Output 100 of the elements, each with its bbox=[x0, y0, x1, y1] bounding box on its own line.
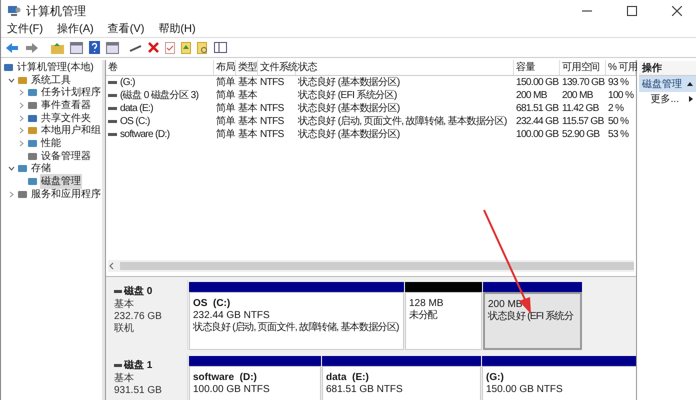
collapsed-chevron-icon[interactable] bbox=[18, 89, 24, 96]
table-cell-text: data (E:) bbox=[120, 102, 153, 116]
window-icon[interactable] bbox=[70, 42, 83, 54]
table-cell-text: 100 % bbox=[608, 89, 634, 103]
node-icon bbox=[27, 100, 38, 111]
table-cell-text: 100.00 GB bbox=[516, 128, 558, 142]
folder-up-icon[interactable] bbox=[51, 42, 64, 54]
table-cell-text: 基本 bbox=[238, 88, 257, 102]
disk-size: 931.51 GB bbox=[114, 385, 163, 397]
tree-item[interactable]: 事件查看器 bbox=[40, 98, 92, 113]
menu-item[interactable]: 操作(A) bbox=[57, 21, 94, 38]
node-icon bbox=[27, 112, 38, 124]
disk-size: 232.76 GB bbox=[114, 311, 163, 322]
partition-status: 状态良好 (启动, 页面文件, 故障转储, 基本数据分区) bbox=[193, 322, 400, 334]
expanded-chevron-icon[interactable] bbox=[8, 76, 14, 84]
tree-item[interactable]: 性能 bbox=[40, 136, 62, 151]
collapsed-chevron-icon[interactable] bbox=[18, 102, 24, 109]
window-icon[interactable] bbox=[106, 42, 119, 54]
scroll-left-icon[interactable] bbox=[108, 262, 116, 270]
tree-item[interactable]: 磁盘管理 bbox=[40, 174, 82, 190]
table-cell-text: 状态良好 (EFI 系统分区) bbox=[298, 88, 397, 102]
node-icon bbox=[17, 163, 28, 174]
column-header[interactable]: 容量 bbox=[514, 60, 560, 75]
table-cell-text: 2 % bbox=[608, 102, 624, 116]
partition-name: OS (C:) bbox=[193, 298, 232, 310]
partition-name: software (D:) bbox=[193, 372, 258, 384]
tree-item[interactable]: 系统工具 bbox=[30, 72, 72, 88]
node-icon bbox=[3, 62, 14, 73]
node-icon bbox=[27, 150, 38, 162]
table-cell-text: 139.70 GB bbox=[562, 76, 604, 90]
delete-icon[interactable] bbox=[148, 42, 159, 53]
partition-size: 681.51 GB NTFS bbox=[326, 384, 404, 396]
partition-block[interactable]: (G:) 150.00 GB NTFS bbox=[482, 366, 636, 400]
expanded-chevron-icon[interactable] bbox=[8, 165, 14, 172]
column-header[interactable]: 卷 bbox=[106, 60, 214, 75]
panel-icon[interactable] bbox=[214, 42, 227, 53]
table-cell-text: 50 % bbox=[608, 115, 628, 129]
menu-item[interactable]: 文件(F) bbox=[7, 21, 44, 38]
close-icon[interactable] bbox=[672, 6, 682, 16]
partition-name: (G:) bbox=[486, 372, 505, 384]
node-icon bbox=[27, 138, 38, 149]
tree-item[interactable]: 计算机管理(本地) bbox=[16, 60, 95, 75]
column-header[interactable]: 类型 bbox=[236, 60, 258, 75]
table-cell-text: (G:) bbox=[120, 76, 135, 90]
table-cell-text: NTFS bbox=[260, 102, 284, 116]
document-check-icon[interactable] bbox=[165, 42, 175, 54]
partition-status: 状态良好 (EFI 系统分 bbox=[488, 311, 574, 323]
collapsed-chevron-icon[interactable] bbox=[18, 114, 24, 122]
disk-type: 基本 bbox=[114, 299, 135, 311]
table-cell-text: 93 % bbox=[608, 76, 628, 90]
action-link[interactable]: 更多... bbox=[639, 92, 696, 106]
table-cell-text: 状态良好 (基本数据分区) bbox=[298, 102, 400, 116]
menu-item[interactable]: 帮助(H) bbox=[158, 21, 196, 38]
column-header[interactable]: 布局 bbox=[214, 60, 236, 75]
node-icon bbox=[27, 87, 38, 98]
submenu-triangle-icon[interactable] bbox=[689, 96, 693, 102]
partition-block[interactable]: 200 MB 状态良好 (EFI 系统分 bbox=[483, 292, 582, 350]
tree-item[interactable]: 共享文件夹 bbox=[40, 110, 92, 126]
back-icon[interactable] bbox=[5, 42, 19, 54]
table-cell-text: 200 MB bbox=[562, 89, 593, 103]
partition-block[interactable]: 128 MB 未分配 bbox=[405, 292, 482, 350]
column-header[interactable]: 可用空间 bbox=[560, 60, 606, 75]
tree-item[interactable]: 本地用户和组 bbox=[40, 123, 102, 138]
tree-item[interactable]: 服务和应用程序 bbox=[30, 186, 102, 202]
partition-size: 150.00 GB NTFS bbox=[486, 384, 564, 396]
table-cell-text: 简单 bbox=[216, 114, 235, 128]
forward-icon[interactable] bbox=[25, 42, 39, 54]
table-cell-text: 简单 bbox=[216, 102, 235, 116]
partition-block[interactable]: software (D:) 100.00 GB NTFS bbox=[189, 366, 321, 400]
table-cell-text: 150.00 GB bbox=[516, 76, 558, 90]
computer-icon bbox=[7, 4, 21, 18]
disk-status: 联机 bbox=[114, 323, 135, 335]
column-header[interactable]: 文件系统 bbox=[258, 60, 296, 75]
table-cell-text: 基本 bbox=[238, 114, 257, 128]
node-icon bbox=[17, 74, 28, 86]
partition-block[interactable]: data (E:) 681.51 GB NTFS bbox=[322, 366, 481, 400]
column-header[interactable]: % 可用 bbox=[606, 60, 636, 75]
menu-item[interactable]: 查看(V) bbox=[108, 21, 144, 38]
table-cell-text: 200 MB bbox=[516, 89, 547, 103]
table-cell-text: 状态良好 (基本数据分区) bbox=[298, 128, 400, 142]
horizontal-scrollbar[interactable] bbox=[108, 260, 634, 272]
disk-name: 磁盘 0 bbox=[124, 284, 152, 298]
table-cell-text: software (D:) bbox=[120, 128, 170, 142]
document-up-icon[interactable] bbox=[181, 42, 191, 54]
collapsed-chevron-icon[interactable] bbox=[8, 190, 14, 198]
collapsed-chevron-icon[interactable] bbox=[18, 140, 24, 147]
partition-name: data (E:) bbox=[326, 372, 370, 384]
partition-status: 未分配 bbox=[409, 310, 438, 322]
collapse-triangle-icon[interactable] bbox=[687, 82, 693, 86]
collapsed-chevron-icon[interactable] bbox=[18, 127, 24, 134]
maximize-icon[interactable] bbox=[627, 6, 637, 16]
tree-item[interactable]: 设备管理器 bbox=[40, 148, 92, 164]
table-cell-text: 状态良好 (启动, 页面文件, 故障转储, 基本数据分区) bbox=[298, 114, 507, 128]
tree-item[interactable]: 存储 bbox=[30, 161, 52, 176]
tree-item[interactable]: 任务计划程序 bbox=[40, 85, 102, 100]
partition-block[interactable]: OS (C:) 232.44 GB NTFS 状态良好 (启动, 页面文件, 故障转储, 基本数据分区) bbox=[189, 292, 404, 350]
table-cell-text: 11.42 GB bbox=[562, 102, 599, 116]
document-search-icon[interactable] bbox=[197, 42, 208, 54]
help-icon[interactable] bbox=[89, 41, 100, 54]
action-section[interactable]: 磁盘管理 bbox=[639, 76, 696, 92]
